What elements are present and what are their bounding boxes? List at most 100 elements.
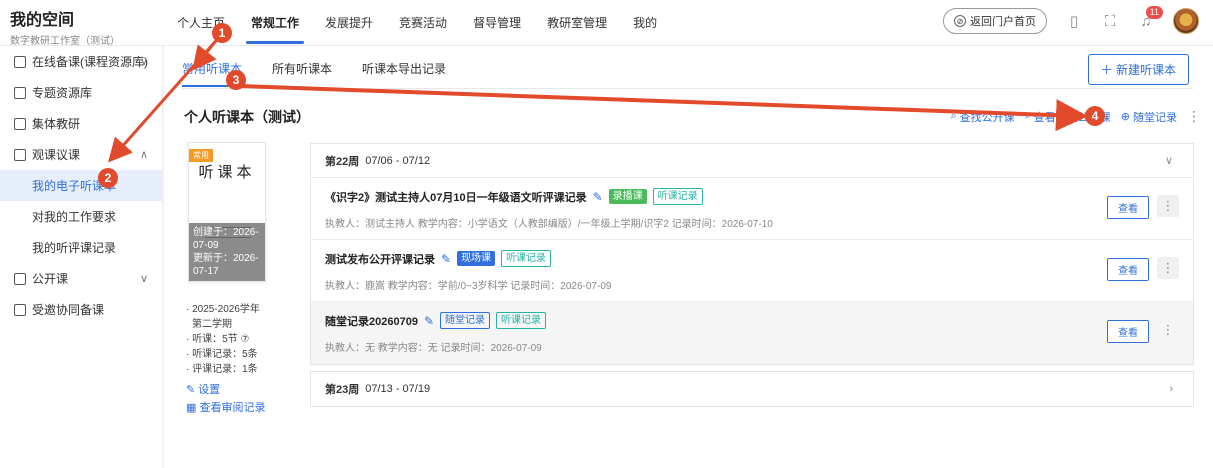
tag-listen-record: 听课记录	[496, 312, 547, 329]
nav-item-research-office[interactable]: 教研室管理	[534, 0, 620, 46]
observation-icon	[14, 148, 26, 161]
avatar[interactable]	[1173, 8, 1199, 34]
edit-icon[interactable]: ✎	[441, 252, 451, 266]
week-header[interactable]: 第22周 07/06 - 07/12 ∨	[311, 144, 1193, 178]
sidebar-item-topic-resources[interactable]: 专题资源库	[0, 77, 162, 108]
sidebar-subitem-my-review-records[interactable]: 我的听评课记录	[0, 232, 162, 263]
top-bar: 我的空间 数字教研工作室（测试） 个人主页 常规工作 发展提升 竞赛活动 督导管…	[0, 0, 1213, 47]
nav-item-mine[interactable]: 我的	[620, 0, 670, 46]
week-range: 07/06 - 07/12	[365, 154, 431, 167]
nav-item-supervision[interactable]: 督导管理	[460, 0, 534, 46]
cover-title: 听课本	[198, 163, 256, 181]
record-info: 执教人：鹿嵩 教学内容：学前/0~3岁科学 记录时间：2026-07-09	[325, 281, 612, 292]
sidebar-item-collective-research[interactable]: 集体教研	[0, 108, 162, 139]
week-range: 07/13 - 07/19	[365, 383, 431, 395]
nav-item-routine-work[interactable]: 常规工作	[238, 0, 312, 46]
brand: 我的空间 数字教研工作室（测试）	[10, 6, 120, 47]
chevron-down-icon: ∨	[139, 273, 148, 285]
main-nav: 个人主页 常规工作 发展提升 竞赛活动 督导管理 教研室管理 我的	[164, 0, 670, 46]
compass-icon: ⊘	[954, 15, 966, 27]
return-portal-label: 返回门户首页	[970, 16, 1036, 28]
settings-link[interactable]: ✎ 设置	[186, 383, 265, 398]
week-header[interactable]: 第23周 07/13 - 07/19 ›	[311, 372, 1193, 406]
step-marker: 1	[212, 23, 232, 43]
record-title[interactable]: 测试发布公开评课记录	[325, 251, 435, 267]
edit-icon[interactable]: ✎	[424, 314, 434, 328]
tab-export-records[interactable]: 听课本导出记录	[362, 56, 446, 87]
week-label: 第23周	[325, 384, 360, 396]
document-icon	[14, 55, 26, 68]
chevron-right-icon[interactable]: ›	[1169, 383, 1173, 395]
week-panel: 第22周 07/06 - 07/12 ∨ 《识字2》测试主持人07月10日一年级…	[310, 143, 1194, 365]
notification-count-badge: 11	[1145, 6, 1163, 19]
team-icon	[14, 303, 26, 316]
sidebar-subitem-work-requirements[interactable]: 对我的工作要求	[0, 201, 162, 232]
more-icon[interactable]: ⋮	[1157, 257, 1179, 279]
find-public-class-label: 查找公开课	[959, 111, 1015, 124]
fullscreen-icon[interactable]: ⛶	[1101, 12, 1119, 30]
lesson-count: · 听课：5节 ⑦	[186, 334, 250, 345]
bell-icon[interactable]: ♫ 11	[1137, 6, 1163, 30]
columns-icon	[14, 117, 26, 130]
step-marker: 2	[98, 168, 118, 188]
tag-live-class: 现场课	[457, 251, 496, 266]
chevron-down-icon: ∨	[139, 56, 148, 68]
sidebar-item-label: 集体教研	[32, 117, 81, 131]
chevron-up-icon: ∧	[139, 149, 148, 161]
new-notebook-button[interactable]: ＋ 新建听课本	[1087, 54, 1189, 85]
sidebar-item-label: 公开课	[32, 272, 69, 286]
nav-item-development[interactable]: 发展提升	[312, 0, 386, 46]
tag-listen-record: 听课记录	[501, 250, 552, 267]
top-right-tools: ⊘ 返回门户首页 ▯ ⛶ ♫ 11	[943, 6, 1199, 34]
notebook-cover[interactable]: 常用 听课本 创建于：2026-07-09 更新于：2026-07-17	[188, 142, 266, 282]
more-icon[interactable]: ⋮	[1187, 108, 1201, 125]
page-title: 个人听课本（测试）	[184, 109, 310, 125]
edit-icon[interactable]: ✎	[593, 190, 603, 204]
record-info: 执教人：测试主持人 教学内容：小学语文（人教部编版）/一年级上学期/识字2 记录…	[325, 219, 773, 230]
sidebar-item-lesson-observation[interactable]: 观课议课 ∧	[0, 139, 162, 170]
add-classroom-record-button[interactable]: ⊕ 随堂记录	[1121, 109, 1177, 125]
header-actions: ⌕ 查找公开课 ⌕ 查看受邀公开课 ⊕ 随堂记录 ⋮	[950, 108, 1201, 125]
sidebar-item-label: 受邀协同备课	[32, 303, 105, 317]
chevron-down-icon[interactable]: ∨	[1165, 154, 1173, 167]
tag-recorded-class: 录播课	[608, 189, 647, 204]
open-class-icon	[14, 272, 26, 285]
search-doc-icon: ⌕	[950, 110, 957, 122]
academic-year: · 2025-2026学年	[186, 304, 260, 315]
sidebar-item-label: 专题资源库	[32, 86, 93, 100]
sidebar-item-invited-coprep[interactable]: 受邀协同备课	[0, 294, 162, 325]
sidebar-item-open-class[interactable]: 公开课 ∨	[0, 263, 162, 294]
tablet-icon[interactable]: ▯	[1065, 12, 1083, 30]
sidebar-subitem-my-e-notebook[interactable]: 我的电子听课本	[0, 170, 162, 201]
more-icon[interactable]: ⋮	[1157, 319, 1179, 341]
view-button[interactable]: 查看	[1107, 196, 1149, 219]
step-marker: 4	[1085, 106, 1105, 126]
help-icon[interactable]: ⑦	[240, 334, 249, 345]
more-icon[interactable]: ⋮	[1157, 195, 1179, 217]
sidebar-item-online-lesson-prep[interactable]: 在线备课(课程资源库) ∨	[0, 46, 162, 77]
plus-circle-icon: ⊕	[1120, 111, 1130, 123]
edit-icon: ✎	[186, 384, 199, 396]
sidebar-item-label: 观课议课	[32, 148, 81, 162]
list-item: 《识字2》测试主持人07月10日一年级语文听评课记录 ✎ 录播课 听课记录 执教…	[311, 178, 1193, 240]
cover-dates: 创建于：2026-07-09 更新于：2026-07-17	[189, 223, 265, 281]
add-record-label: 随堂记录	[1133, 111, 1177, 124]
return-portal-button[interactable]: ⊘ 返回门户首页	[943, 8, 1047, 34]
term: 第二学期	[192, 319, 232, 330]
view-button[interactable]: 查看	[1107, 320, 1149, 343]
audit-records-link[interactable]: ▦ 查看审阅记录	[186, 401, 265, 416]
nav-item-competitions[interactable]: 竞赛活动	[386, 0, 460, 46]
list-item: 随堂记录20260709 ✎ 随堂记录 听课记录 执教人：无 教学内容：无 记录…	[311, 302, 1193, 364]
tab-all-notebooks[interactable]: 所有听课本	[272, 56, 332, 87]
calendar-icon: ▦	[186, 402, 200, 414]
step-marker: 3	[226, 70, 246, 90]
tab-divider	[182, 88, 1193, 89]
search-doc-icon: ⌕	[1024, 110, 1031, 122]
sidebar-item-label: 在线备课(课程资源库)	[32, 55, 148, 69]
record-title[interactable]: 随堂记录20260709	[325, 313, 418, 329]
archive-icon	[14, 86, 26, 99]
record-title[interactable]: 《识字2》测试主持人07月10日一年级语文听评课记录	[325, 189, 587, 205]
updated-date: 更新于：2026-07-17	[193, 253, 259, 277]
view-button[interactable]: 查看	[1107, 258, 1149, 281]
find-public-class-link[interactable]: ⌕ 查找公开课	[950, 109, 1014, 125]
